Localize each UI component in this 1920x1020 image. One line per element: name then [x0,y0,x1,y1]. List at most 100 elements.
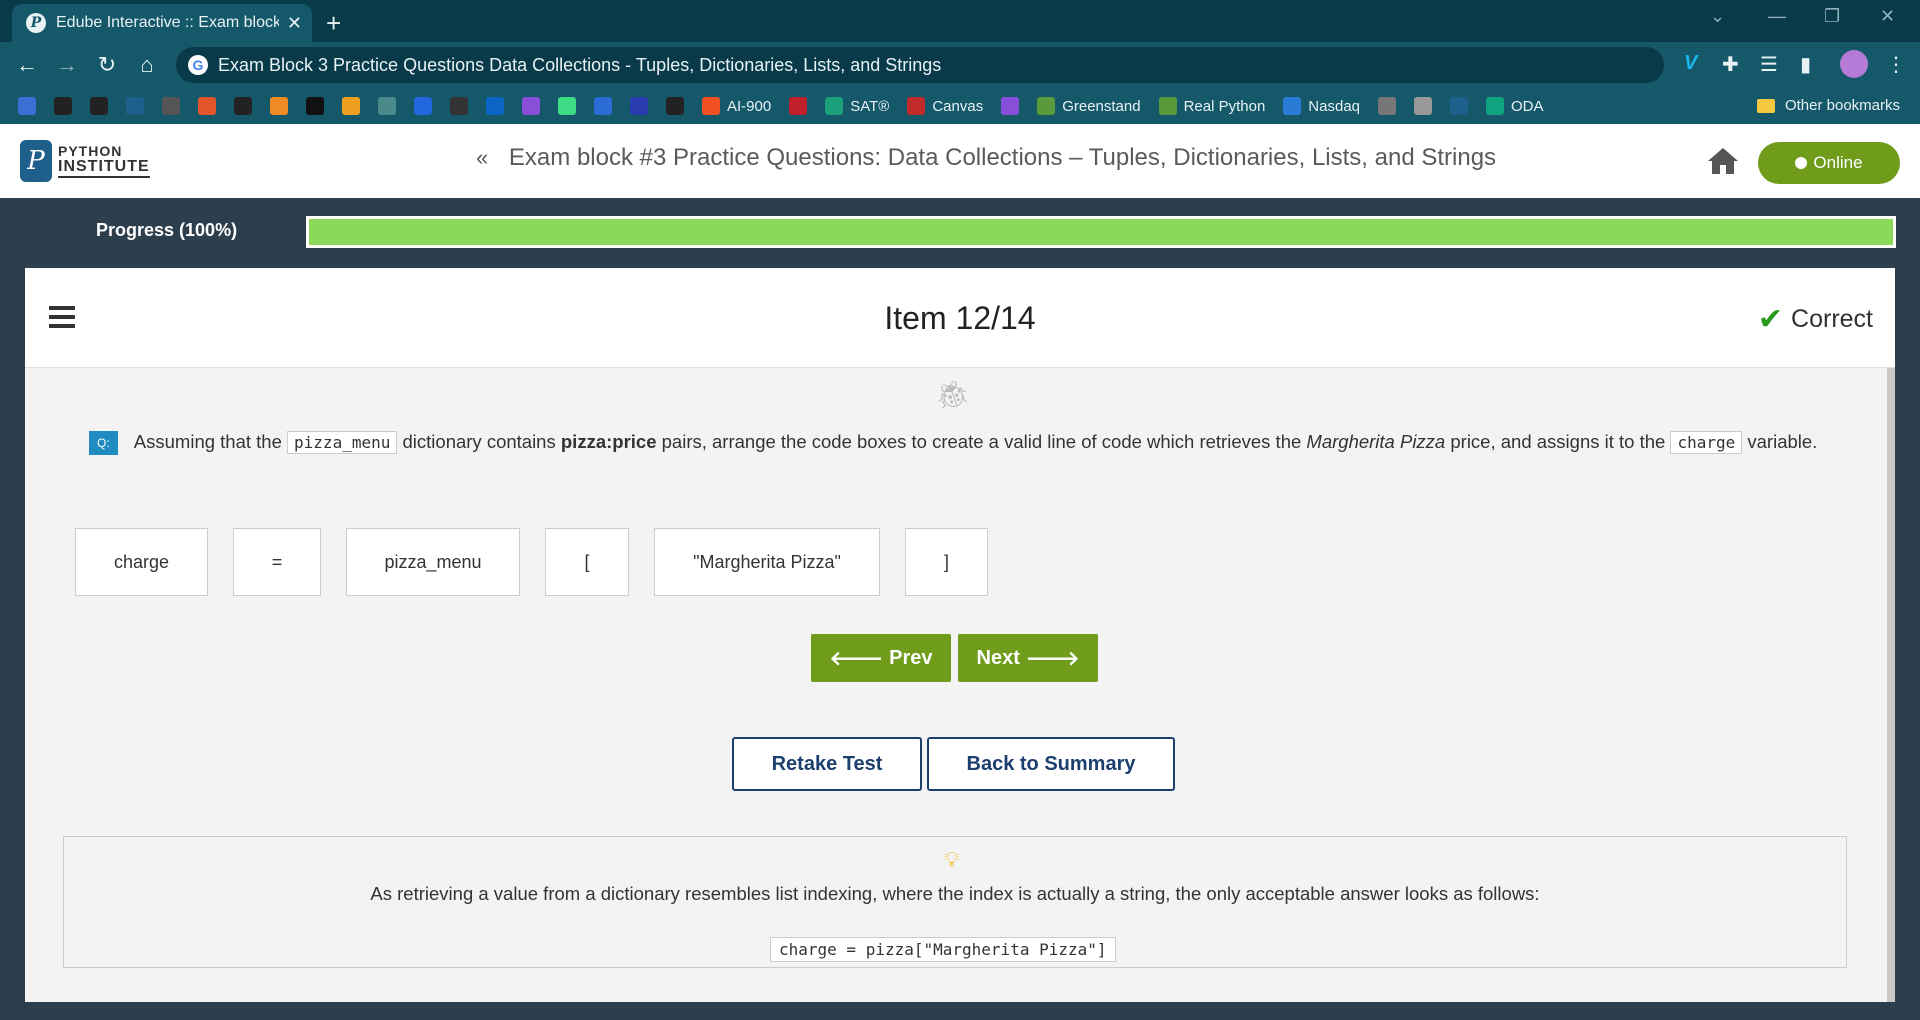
reload-icon[interactable]: ↻ [94,52,120,78]
bookmark-item[interactable] [558,97,576,115]
test-action-buttons: Retake Test Back to Summary [732,737,1180,791]
home-browser-icon[interactable]: ⌂ [134,52,160,78]
retake-test-button[interactable]: Retake Test [732,737,922,791]
python-institute-logo[interactable]: P PYTHON INSTITUTE [20,140,150,182]
square-app-icon [126,97,144,115]
bookmark-item[interactable] [198,97,216,115]
back-to-summary-button[interactable]: Back to Summary [927,737,1175,791]
h-icon [630,97,648,115]
printer-icon [162,97,180,115]
code-box[interactable]: pizza_menu [346,528,520,596]
bookmark-item[interactable] [522,97,540,115]
question-part: pairs, arrange the code boxes to create … [661,431,1302,452]
shield-icon [789,97,808,115]
bookmark-item[interactable] [234,97,252,115]
code-box[interactable]: "Margherita Pizza" [654,528,880,596]
lightbulb-icon: 💡︎ [944,847,960,872]
bookmark-item[interactable] [162,97,180,115]
code-box[interactable]: [ [545,528,629,596]
code-box-row: charge = pizza_menu [ "Margherita Pizza"… [75,528,1013,596]
tab-search-icon[interactable]: ⌄ [1710,6,1725,27]
browser-tab-bar: P Edube Interactive :: Exam block # ✕ + … [0,0,1920,42]
bookmark-item[interactable]: Canvas [907,97,983,115]
online-dot-icon [1795,157,1808,169]
chart-line-icon [1283,97,1302,115]
address-toolbar: ← → ↻ ⌂ G Exam Block 3 Practice Question… [0,42,1920,88]
bookmark-item[interactable] [486,97,504,115]
bookmark-label: Nasdaq [1308,97,1360,115]
bookmark-item[interactable] [666,97,684,115]
site-header: P PYTHON INSTITUTE « Exam block #3 Pract… [0,124,1920,198]
bookmark-item[interactable] [630,97,648,115]
bookmark-item[interactable]: SAT® [825,97,889,115]
progress-fill [309,219,1893,245]
minimize-icon[interactable]: — [1768,6,1786,27]
bookmark-item[interactable] [270,97,288,115]
arrow-left-icon: 🡐 [829,647,884,670]
code-box[interactable]: = [233,528,321,596]
back-icon[interactable]: ← [14,52,40,78]
bookmark-label: Real Python [1183,97,1266,115]
edx-icon [450,97,468,115]
close-tab-icon[interactable]: ✕ [287,13,302,34]
bookmark-item[interactable] [18,97,36,115]
bookmark-label: ODA [1511,97,1544,115]
explanation-panel: 💡︎ As retrieving a value from a dictiona… [63,836,1847,968]
bookmark-item[interactable] [594,97,612,115]
bookmark-item[interactable] [414,97,432,115]
prev-button[interactable]: 🡐 Prev [811,634,951,682]
folder-icon [1756,98,1775,113]
close-window-icon[interactable]: ✕ [1880,6,1895,27]
vertical-scrollbar[interactable] [1887,368,1895,1002]
media-control-icon[interactable]: ☰ [1760,52,1778,77]
python-institute-favicon-icon: P [26,13,46,33]
bookmark-item[interactable] [1414,97,1432,115]
bookmark-item[interactable] [306,97,324,115]
bookmark-item[interactable]: Real Python [1158,97,1266,115]
logo-line1: PYTHON [58,143,123,160]
bookmark-item[interactable] [90,97,108,115]
bookmark-item[interactable] [450,97,468,115]
browser-menu-icon[interactable]: ⋮ [1886,52,1906,77]
u-icon [522,97,540,115]
bookmark-item[interactable] [54,97,72,115]
other-bookmarks[interactable]: Other bookmarks [1756,97,1900,114]
bookmark-item[interactable] [342,97,360,115]
hr-icon [306,97,324,115]
side-panel-icon[interactable]: ▮ [1800,52,1811,77]
breadcrumb[interactable]: « Exam block #3 Practice Questions: Data… [476,144,1496,172]
report-bug-icon[interactable]: 🐞︎ [935,378,971,411]
question-bold: pizza:price [560,431,657,452]
explanation-code: charge = pizza["Margherita Pizza"] [770,937,1116,962]
browser-tab[interactable]: P Edube Interactive :: Exam block # ✕ [12,4,312,42]
breadcrumb-text: Exam block #3 Practice Questions: Data C… [508,144,1497,171]
bookmark-item[interactable]: ODA [1486,97,1544,115]
online-status-button[interactable]: Online [1758,142,1900,184]
explanation-text: As retrieving a value from a dictionary … [370,883,1540,904]
bookmark-item[interactable]: Greenstand [1037,97,1141,115]
extensions-puzzle-icon[interactable]: ✚ [1722,52,1739,77]
restore-icon[interactable]: ❐ [1824,6,1840,27]
home-icon[interactable] [1706,146,1740,181]
question-badge: Q: [89,431,118,456]
code-box[interactable]: ] [905,528,988,596]
new-tab-icon[interactable]: + [326,8,341,39]
profile-avatar[interactable] [1840,50,1868,78]
bookmark-item[interactable] [126,97,144,115]
vimeo-extension-icon[interactable]: V [1684,52,1697,75]
bookmark-label: Greenstand [1062,97,1141,115]
bookmark-item[interactable] [1378,97,1396,115]
bookmark-item[interactable] [1001,97,1020,115]
code-box[interactable]: charge [75,528,208,596]
bookmark-item[interactable]: Nasdaq [1283,97,1360,115]
forward-icon[interactable]: → [54,52,80,78]
inline-code: pizza_menu [287,431,398,454]
arrow-right-icon: 🡒 [1025,647,1080,670]
bookmark-item[interactable] [789,97,808,115]
url-bar[interactable]: G Exam Block 3 Practice Questions Data C… [176,47,1664,83]
bookmark-item[interactable] [378,97,396,115]
layers-icon [18,97,36,115]
bookmark-item[interactable] [1450,97,1468,115]
bookmark-item[interactable]: AI-900 [702,97,771,115]
next-button[interactable]: Next 🡒 [958,634,1098,682]
